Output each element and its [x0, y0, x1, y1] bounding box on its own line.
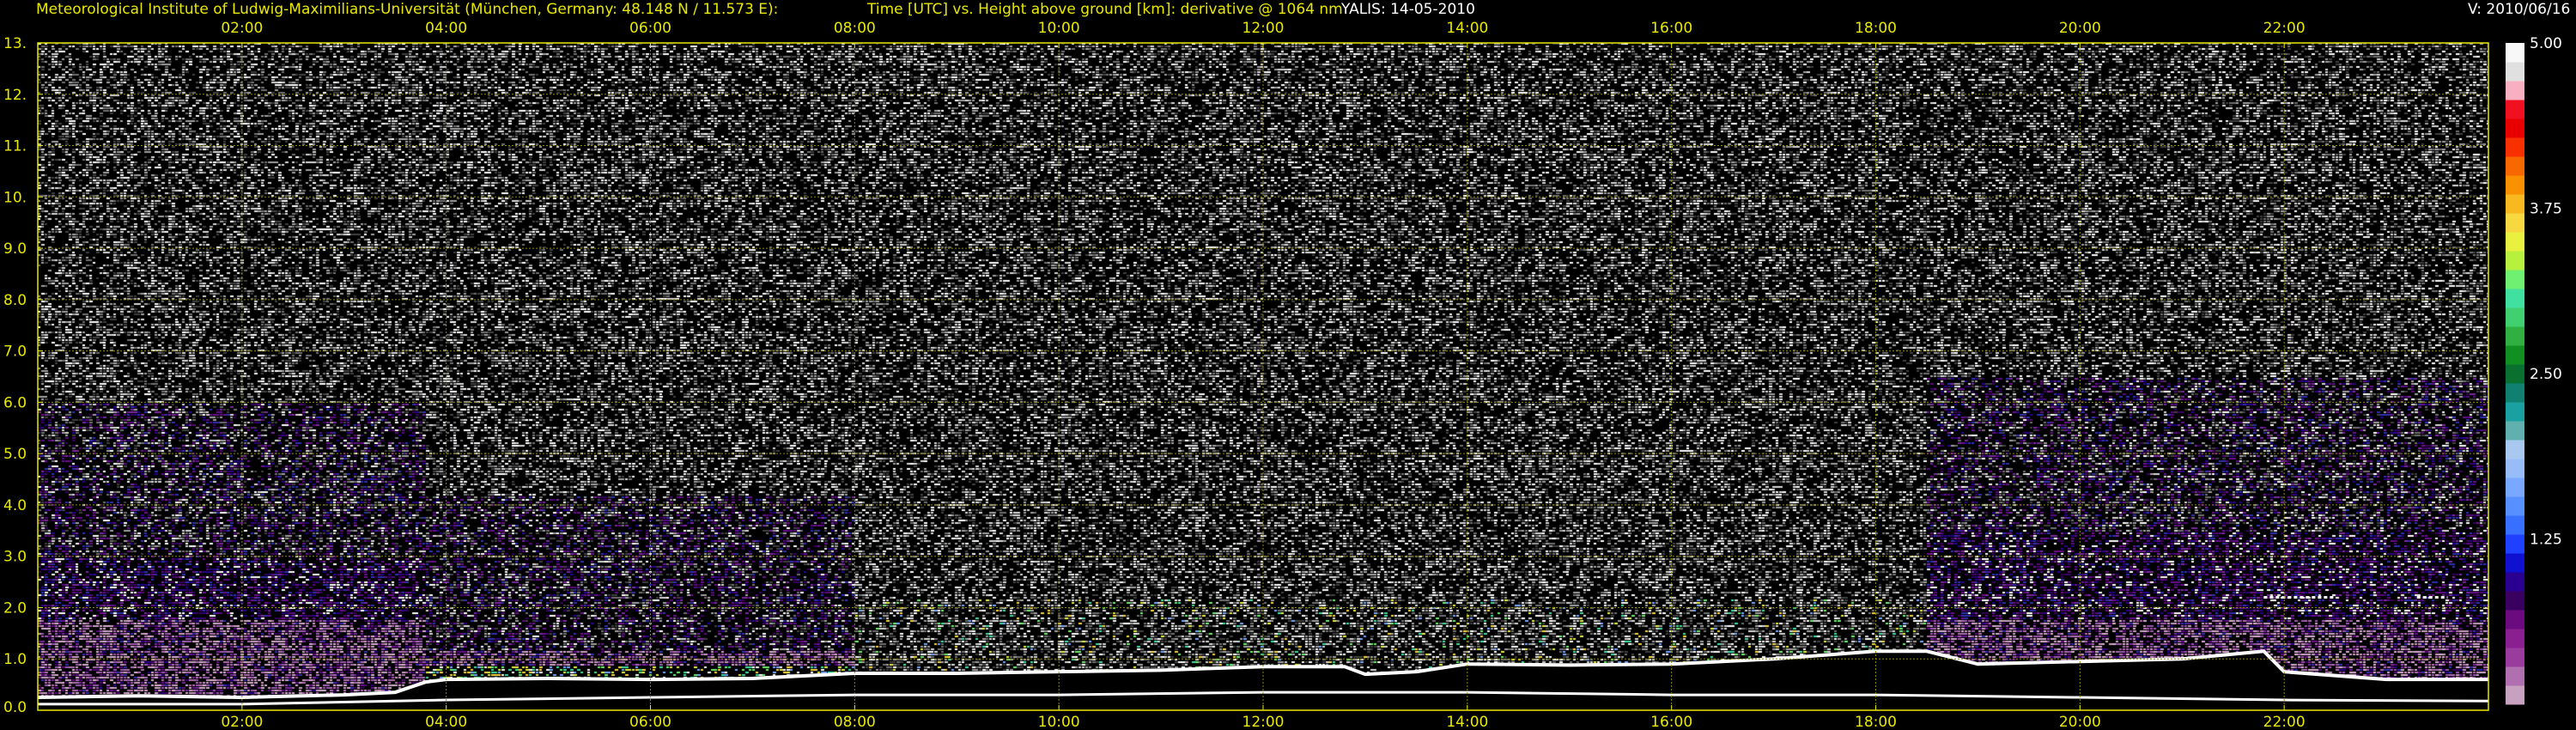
- x-tick-label-top: 18:00: [1855, 20, 1897, 37]
- colorbar-swatch: [2506, 119, 2524, 138]
- colorbar-swatch: [2506, 402, 2524, 422]
- y-tick-label: 0.0: [3, 699, 27, 716]
- colorbar-swatch: [2506, 289, 2524, 308]
- colorbar-swatch: [2506, 270, 2524, 289]
- y-tick-label: 11.: [3, 138, 27, 155]
- x-tick-label-top: 14:00: [1446, 20, 1488, 37]
- x-tick-label-bottom: 08:00: [834, 714, 876, 730]
- y-tick-label: 1.0: [3, 651, 27, 668]
- x-tick-label-bottom: 06:00: [629, 714, 671, 730]
- y-tick-label: 3.0: [3, 549, 27, 566]
- colorbar-swatch: [2506, 553, 2524, 573]
- y-tick-label: 13.: [3, 35, 27, 52]
- colorbar-swatch: [2506, 496, 2524, 516]
- x-tick-label-top: 06:00: [629, 20, 671, 37]
- colorbar-swatch: [2506, 81, 2524, 100]
- colorbar-swatch: [2506, 326, 2524, 346]
- colorbar-swatch: [2506, 213, 2524, 233]
- x-tick-label-bottom: 10:00: [1038, 714, 1080, 730]
- colorbar-swatch: [2506, 515, 2524, 535]
- y-tick-label: 7.0: [3, 344, 27, 361]
- colorbar-swatch: [2506, 156, 2524, 176]
- x-tick-label-bottom: 02:00: [221, 714, 263, 730]
- colorbar-swatch: [2506, 194, 2524, 214]
- colorbar-swatch: [2506, 364, 2524, 384]
- heatmap-chart: 02:00 02:00 04:00 04:00 06:00 06:00 08:00 08:00…: [3, 20, 2562, 730]
- lidar-plot-page: Meteorological Institute of Ludwig-Maxim…: [0, 0, 2576, 730]
- surface-layer-line: [38, 690, 2489, 706]
- y-tick-label: 4.0: [3, 497, 27, 514]
- colorbar-swatch: [2506, 251, 2524, 271]
- colorbar-swatch: [2506, 175, 2524, 195]
- colorbar-swatch: [2506, 459, 2524, 478]
- x-tick-label-top: 20:00: [2059, 20, 2101, 37]
- x-tick-label-bottom: 20:00: [2059, 714, 2101, 730]
- colorbar-swatch: [2506, 572, 2524, 592]
- x-tick-label-top: 22:00: [2263, 20, 2306, 37]
- colorbar-swatch: [2506, 685, 2524, 705]
- x-tick-label-top: 16:00: [1650, 20, 1692, 37]
- colorbar-swatch: [2506, 591, 2524, 611]
- x-tick-label-top: 08:00: [834, 20, 876, 37]
- y-tick-label: 5.0: [3, 446, 27, 463]
- colorbar-swatch: [2506, 100, 2524, 119]
- colorbar-tick-label: 2.50: [2530, 366, 2562, 383]
- y-tick-label: 6.0: [3, 394, 27, 411]
- x-tick-label-top: 04:00: [425, 20, 467, 37]
- colorbar-swatch: [2506, 383, 2524, 403]
- colorbar-swatch: [2506, 629, 2524, 648]
- colorbar-swatch: [2506, 232, 2524, 252]
- colorbar-swatch: [2506, 421, 2524, 441]
- colorbar-swatch: [2506, 307, 2524, 327]
- colorbar-tick-label: 1.25: [2530, 532, 2562, 549]
- colorbar-tick-label: 3.75: [2530, 201, 2562, 218]
- y-tick-label: 9.0: [3, 240, 27, 258]
- x-tick-label-top: 10:00: [1038, 20, 1080, 37]
- colorbar-tick-label: 5.00: [2530, 35, 2562, 52]
- x-tick-label-top: 12:00: [1242, 20, 1285, 37]
- colorbar-swatch: [2506, 648, 2524, 667]
- colorbar-swatch: [2506, 666, 2524, 686]
- colorbar-swatch: [2506, 137, 2524, 157]
- colorbar-swatch: [2506, 534, 2524, 554]
- x-tick-label-bottom: 14:00: [1446, 714, 1488, 730]
- x-tick-label-bottom: 16:00: [1650, 714, 1692, 730]
- colorbar-swatch: [2506, 345, 2524, 365]
- y-tick-label: 8.0: [3, 292, 27, 309]
- colorbar-swatch: [2506, 610, 2524, 630]
- colorbar-swatch: [2506, 440, 2524, 459]
- y-tick-label: 12.: [3, 87, 27, 104]
- colorbar-swatch: [2506, 43, 2524, 63]
- x-tick-label-bottom: 18:00: [1855, 714, 1897, 730]
- x-tick-label-bottom: 04:00: [425, 714, 467, 730]
- y-tick-label: 10.: [3, 189, 27, 206]
- colorbar-swatch: [2506, 478, 2524, 497]
- x-tick-label-bottom: 22:00: [2263, 714, 2306, 730]
- y-tick-label: 2.0: [3, 599, 27, 617]
- x-tick-label-bottom: 12:00: [1242, 714, 1285, 730]
- x-tick-label-top: 02:00: [221, 20, 263, 37]
- colorbar-swatch: [2506, 62, 2524, 82]
